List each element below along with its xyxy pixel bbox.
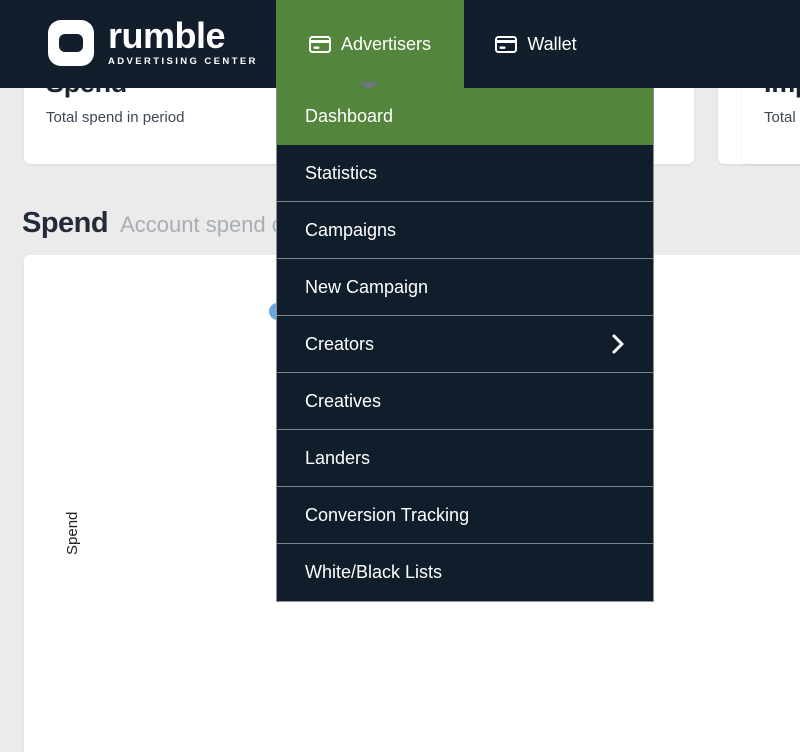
menu-item-new-campaign[interactable]: New Campaign <box>277 259 653 316</box>
menu-item-label: Dashboard <box>305 105 394 126</box>
tab-label: Wallet <box>527 33 577 54</box>
menu-item-campaigns[interactable]: Campaigns <box>277 202 653 259</box>
tab-advertisers[interactable]: Advertisers <box>276 0 464 88</box>
menu-item-creators[interactable]: Creators <box>277 316 653 373</box>
brand-logo[interactable]: rumble ADVERTISING CENTER <box>48 18 258 67</box>
menu-item-label: White/Black Lists <box>305 562 443 582</box>
menu-item-label: Creators <box>305 333 375 354</box>
menu-item-label: Creatives <box>305 390 382 411</box>
tab-label: Advertisers <box>340 33 432 54</box>
menu-item-statistics[interactable]: Statistics <box>277 145 653 202</box>
stat-card-subtitle: Total impressions in period <box>764 109 800 126</box>
brand-tagline: ADVERTISING CENTER <box>108 56 258 67</box>
header-tabs: Advertisers Wallet <box>276 0 608 88</box>
menu-item-label: Landers <box>305 447 371 468</box>
page-title: Spend <box>22 207 109 239</box>
credit-card-icon <box>495 35 518 53</box>
advertisers-dropdown-menu: Dashboard Statistics Campaigns New Campa… <box>276 88 654 602</box>
menu-item-dashboard[interactable]: Dashboard <box>277 88 653 145</box>
brand-name: rumble <box>108 15 226 56</box>
brand-logo-text: rumble ADVERTISING CENTER <box>108 15 258 68</box>
chevron-right-icon <box>612 334 624 354</box>
menu-item-label: Conversion Tracking <box>305 504 470 525</box>
chart-y-axis-label: Spend <box>64 511 81 555</box>
menu-item-white-black-lists[interactable]: White/Black Lists <box>277 544 653 601</box>
menu-item-label: New Campaign <box>305 276 429 297</box>
menu-item-label: Statistics <box>305 162 378 183</box>
credit-card-icon <box>308 35 331 53</box>
rumble-logo-icon <box>48 19 94 66</box>
tab-wallet[interactable]: Wallet <box>464 0 608 88</box>
menu-item-conversion-tracking[interactable]: Conversion Tracking <box>277 487 653 544</box>
app-root: Spend Total spend in period Impressions … <box>0 0 800 752</box>
menu-item-landers[interactable]: Landers <box>277 430 653 487</box>
menu-item-creatives[interactable]: Creatives <box>277 373 653 430</box>
menu-item-label: Campaigns <box>305 219 397 240</box>
